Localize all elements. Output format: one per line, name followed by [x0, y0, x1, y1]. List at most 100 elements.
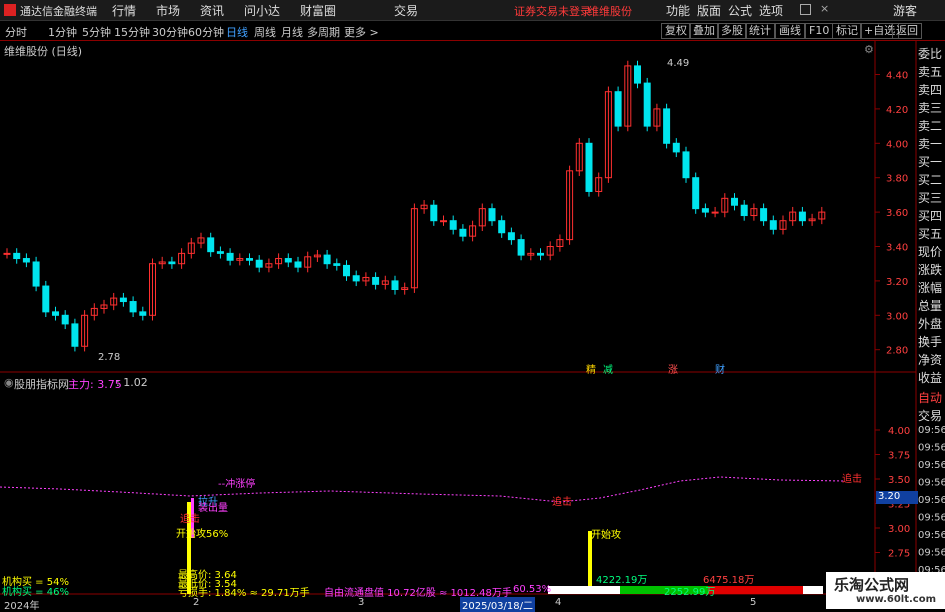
period-monthly[interactable]: 月线 [281, 24, 303, 40]
candle-body [643, 82, 651, 127]
period-timeshare[interactable]: 分时 [5, 24, 27, 40]
candle-body [449, 220, 457, 230]
period-multi[interactable]: 多周期 [307, 24, 340, 40]
candle-body [119, 297, 127, 303]
period-60min[interactable]: 60分钟 [188, 24, 224, 40]
indicator-collapse-icon[interactable]: ◉ [4, 376, 14, 389]
period-weekly[interactable]: 周线 [254, 24, 276, 40]
tool-adjust[interactable]: 复权 [661, 23, 691, 39]
window-restore-icon[interactable] [800, 4, 811, 15]
trade-login-notice[interactable]: 证券交易未登录 [514, 3, 591, 19]
price-tick-label: 4.20 [886, 105, 908, 116]
tool-stats[interactable]: 统计 [745, 23, 775, 39]
candle-body [488, 208, 496, 222]
side-label: 换手 [918, 335, 943, 349]
candle-body [246, 258, 253, 261]
period-more[interactable]: 更多 > [344, 24, 379, 40]
price-tick-label: 3.20 [886, 277, 908, 288]
candle-body [769, 220, 777, 230]
time-label: 09:56 [918, 530, 945, 541]
high-price-label: 4.49 [667, 58, 690, 69]
side-label: 买五 [918, 227, 943, 241]
period-daily[interactable]: 日线 [226, 24, 248, 40]
menu-item-guest[interactable]: 游客 [893, 2, 917, 19]
side-label: 涨幅 [918, 281, 943, 295]
stock-title: 维维股份 (日线) [4, 45, 83, 58]
tool-overlay[interactable]: 叠加 [689, 23, 719, 39]
price-tick-label: 3.60 [886, 208, 908, 219]
vol-label-3: 6475.18万 [703, 575, 755, 586]
menu-item-formula[interactable]: 公式 [728, 2, 752, 19]
indicator-tick-label: 2.75 [888, 549, 910, 560]
period-30min[interactable]: 30分钟 [152, 24, 188, 40]
side-label: 委比 [918, 47, 943, 61]
candle-body [682, 151, 690, 179]
price-ticks: 4.40 4.20 4.00 3.80 3.60 3.40 3.20 3.00 2.80 [875, 71, 908, 357]
period-15min[interactable]: 15分钟 [114, 24, 150, 40]
candle-body [284, 258, 292, 263]
app-title: 通达信金融终端 [20, 5, 97, 18]
stat-percent: 60.53% [513, 584, 552, 595]
price-tick-label: 3.00 [886, 311, 908, 322]
candle-body [168, 261, 176, 265]
period-5min[interactable]: 5分钟 [82, 24, 111, 40]
candle-body [692, 177, 700, 210]
event-marker[interactable]: 财 [715, 361, 725, 376]
side-label: 卖五 [918, 65, 943, 79]
price-tick-label: 3.80 [886, 174, 908, 185]
side-label-auto[interactable]: 自动 [918, 390, 945, 407]
candle-body [13, 252, 21, 260]
menu-item-wealth[interactable]: 财富圈 [300, 2, 336, 19]
event-marker[interactable]: 涨 [668, 361, 678, 376]
side-label: 买四 [918, 209, 943, 223]
menu-item-function[interactable]: 功能 [666, 2, 690, 19]
tool-multi[interactable]: 多股 [717, 23, 747, 39]
indicator-panel: 4.003.753.503.253.002.7509:5609:5609:560… [0, 425, 945, 594]
candle-body [440, 220, 447, 223]
candle-body [585, 142, 593, 192]
candle-body [294, 261, 302, 268]
candle-body [71, 323, 79, 347]
time-label: 09:56 [918, 460, 945, 471]
menu-item-news[interactable]: 资讯 [200, 2, 224, 19]
side-label-trade[interactable]: 交易 [918, 408, 945, 425]
tool-f10[interactable]: F10 [805, 23, 834, 39]
balance-bar-segment [548, 586, 620, 594]
menu-item-ask[interactable]: 问小达 [244, 2, 280, 19]
watermark-logo: 乐淘公式网 www.60lt.com [826, 572, 945, 609]
balance-bar-segment [708, 586, 803, 594]
vol-label-1: 4222.19万 [596, 575, 648, 586]
app-logo-icon [4, 4, 16, 16]
annotation-limit-up: --冲涨停 [218, 479, 256, 490]
candle-body [614, 91, 622, 127]
close-icon[interactable]: × [820, 2, 829, 15]
candle-body [255, 259, 263, 268]
price-tick-label: 4.40 [886, 71, 908, 82]
tool-back[interactable]: 返回 [892, 23, 922, 39]
candle-body [391, 280, 399, 290]
period-1min[interactable]: 1分钟 [48, 24, 77, 40]
event-marker[interactable]: 精 [586, 361, 596, 376]
side-label: 卖三 [918, 101, 943, 115]
candle-body [740, 204, 748, 217]
candlesticks [3, 60, 826, 352]
chart-area[interactable]: 4.40 4.20 4.00 3.80 3.60 3.40 3.20 3.00 2.80 4.0… [0, 40, 945, 609]
menu-item-options[interactable]: 选项 [759, 2, 783, 19]
settings-gear-icon[interactable]: ⚙ [864, 43, 874, 56]
side-label: 总量 [918, 299, 943, 313]
indicator-second-value: : 1.02 [116, 376, 148, 389]
cursor-date: 2025/03/18/二 [460, 597, 536, 612]
menu-item-trade[interactable]: 交易 [394, 2, 418, 19]
menu-item-markets[interactable]: 市场 [156, 2, 180, 19]
period-toolbar: 分时 1分钟 5分钟 15分钟 30分钟 60分钟 日线 周线 月线 多周期 更… [0, 21, 945, 41]
indicator-main-value: 主力: 3.75 [68, 378, 122, 391]
candle-body [663, 108, 671, 144]
event-marker[interactable]: 减 [603, 361, 613, 376]
annotation-start-attack: 开始攻 [591, 530, 621, 541]
menu-item-market[interactable]: 行情 [112, 2, 136, 19]
candle-body [430, 204, 438, 222]
tool-mark[interactable]: 标记 [832, 23, 862, 39]
menu-item-layout[interactable]: 版面 [697, 2, 721, 19]
indicator-name: 股朋指标网 [14, 378, 69, 391]
tool-draw[interactable]: 画线 [775, 23, 805, 39]
